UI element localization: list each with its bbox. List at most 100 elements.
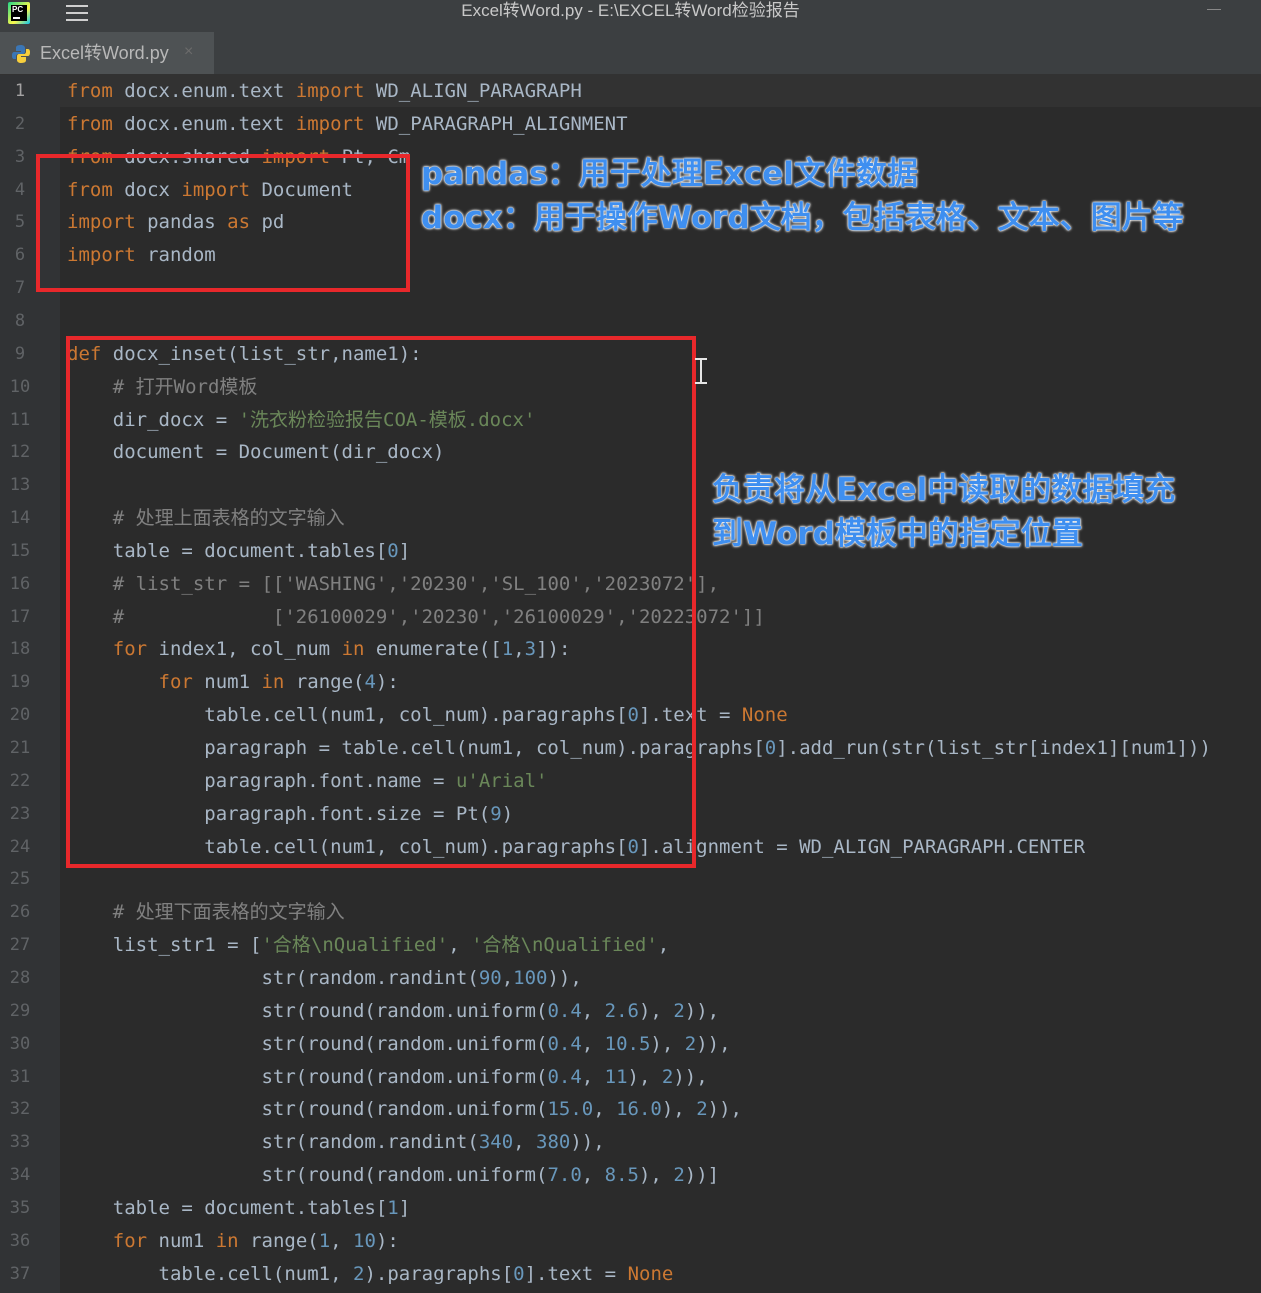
line-number: 18	[9, 639, 31, 660]
code-token: ,	[501, 966, 514, 989]
line-number: 21	[9, 738, 31, 758]
code-token: import	[295, 80, 365, 102]
tab-label: Excel转Word.py	[40, 43, 169, 63]
line-number: 30	[9, 1033, 31, 1054]
code-token: )),	[570, 1131, 605, 1154]
code-token: ))]	[684, 1164, 720, 1187]
code-token: ):	[375, 1229, 399, 1252]
code-token: ,	[581, 999, 605, 1022]
code-token: str(round(random.uniform(	[67, 1065, 548, 1088]
code-line[interactable]: str(round(random.uniform(0.4, 2.6), 2)),	[67, 995, 719, 1028]
line-number: 11	[9, 409, 31, 430]
code-token: 2	[673, 1164, 685, 1187]
code-line[interactable]: from docx.enum.text import WD_ALIGN_PARA…	[67, 75, 582, 108]
python-file-icon	[12, 45, 30, 63]
annotation-pandas: pandas：用于处理Excel文件数据	[421, 156, 918, 192]
line-number: 35	[9, 1197, 31, 1218]
code-token: )),	[684, 999, 720, 1022]
line-number: 17	[9, 606, 31, 627]
code-token: ,	[657, 934, 670, 957]
code-line[interactable]: str(round(random.uniform(0.4, 11), 2)),	[67, 1061, 708, 1094]
code-line[interactable]: str(round(random.uniform(7.0, 8.5), 2))]	[67, 1159, 719, 1192]
tab-excel-to-word[interactable]: Excel转Word.py ×	[0, 32, 214, 74]
line-number: 31	[9, 1066, 31, 1087]
code-token: ,	[581, 1164, 605, 1187]
code-token: str(round(random.uniform(	[67, 1098, 548, 1121]
annotation-function-desc-1: 负责将从Excel中读取的数据填充	[712, 472, 1176, 508]
imports-highlight-box	[36, 154, 410, 292]
line-number: 2	[14, 113, 26, 134]
editor-tab-bar: Excel转Word.py ×	[0, 28, 1261, 75]
code-token: 2	[352, 1262, 365, 1285]
code-token: 0	[764, 737, 777, 759]
code-token: in	[215, 1229, 239, 1252]
function-highlight-box	[66, 336, 696, 868]
code-token: ),	[638, 1164, 674, 1187]
code-token: table = document.tables[	[67, 1196, 388, 1219]
line-number: 7	[14, 278, 26, 299]
code-token: 0.4	[547, 1065, 582, 1088]
code-line[interactable]: for num1 in range(1, 10):	[67, 1225, 399, 1258]
code-token: 2	[673, 999, 685, 1022]
code-token: 340	[478, 1131, 514, 1154]
code-line[interactable]: list_str1 = ['合格\nQualified', '合格\nQuali…	[67, 929, 670, 962]
code-token: 2	[684, 1032, 697, 1055]
line-number: 32	[9, 1099, 31, 1120]
code-token: ].add_run(str(list_str[index1][num1]))	[776, 737, 1211, 759]
code-token: 0.4	[547, 1032, 582, 1055]
code-editor[interactable]: 1 2 3 4 5 6 7 8 9 10 11 12 13 14 15 16 17 18 19 20 21 22 23 24 2…	[0, 75, 1261, 1293]
code-token: ,	[513, 1131, 537, 1154]
code-token: )),	[707, 1098, 742, 1121]
code-line[interactable]: str(random.randint(340, 380)),	[67, 1126, 605, 1159]
code-line[interactable]: table = document.tables[1]	[67, 1192, 410, 1225]
code-token: '合格\nQualified'	[261, 934, 449, 957]
code-token: 11	[604, 1065, 628, 1088]
line-number: 16	[9, 573, 31, 594]
line-number: 4	[14, 179, 26, 200]
line-number: 19	[9, 672, 31, 693]
line-number: 6	[14, 245, 26, 266]
code-token: ,	[581, 1065, 605, 1088]
code-token: )),	[696, 1032, 731, 1055]
code-token: 10.5	[604, 1032, 651, 1055]
code-token: table.cell(num1,	[67, 1262, 353, 1285]
code-token: 0	[513, 1262, 525, 1285]
code-line[interactable]: str(random.randint(90,100)),	[67, 962, 582, 995]
code-token: None	[741, 704, 788, 727]
code-token: ].text =	[524, 1262, 628, 1285]
code-token: WD_PARAGRAPH_ALIGNMENT	[364, 112, 628, 135]
code-token: num1	[147, 1229, 216, 1252]
line-number: 33	[9, 1132, 31, 1153]
code-token: ,	[593, 1098, 617, 1121]
annotation-function-desc-2: 到Word模板中的指定位置	[712, 516, 1083, 552]
line-number: 27	[9, 935, 31, 956]
tab-close-icon[interactable]: ×	[184, 32, 193, 72]
line-number: 22	[9, 770, 31, 791]
minimize-icon[interactable]	[1207, 9, 1221, 10]
code-token: ,	[330, 1229, 354, 1252]
line-number: 5	[14, 212, 26, 233]
code-token: )),	[673, 1065, 708, 1088]
code-token: 1	[387, 1196, 399, 1219]
code-line[interactable]: # 处理下面表格的文字输入	[67, 896, 345, 929]
code-token: ).paragraphs[	[364, 1262, 514, 1285]
code-token: str(round(random.uniform(	[67, 999, 548, 1022]
line-number: 24	[9, 836, 31, 857]
code-line[interactable]: str(round(random.uniform(0.4, 10.5), 2))…	[67, 1028, 731, 1061]
code-line[interactable]: from docx.enum.text import WD_PARAGRAPH_…	[67, 108, 628, 141]
line-number: 8	[14, 310, 26, 331]
code-token: ),	[661, 1098, 697, 1121]
line-number: 12	[9, 442, 31, 463]
code-token: str(round(random.uniform(	[67, 1164, 548, 1187]
code-token: )),	[547, 966, 582, 989]
line-number: 34	[9, 1165, 31, 1186]
code-token: 2	[661, 1065, 674, 1088]
code-line[interactable]: str(round(random.uniform(15.0, 16.0), 2)…	[67, 1093, 742, 1126]
line-number: 29	[9, 1000, 31, 1021]
code-token: ,	[581, 1032, 605, 1055]
code-token: ,	[448, 934, 472, 957]
code-token: 7.0	[547, 1164, 582, 1187]
code-line[interactable]: table.cell(num1, 2).paragraphs[0].text =…	[67, 1258, 674, 1291]
code-token: 8.5	[604, 1164, 639, 1187]
